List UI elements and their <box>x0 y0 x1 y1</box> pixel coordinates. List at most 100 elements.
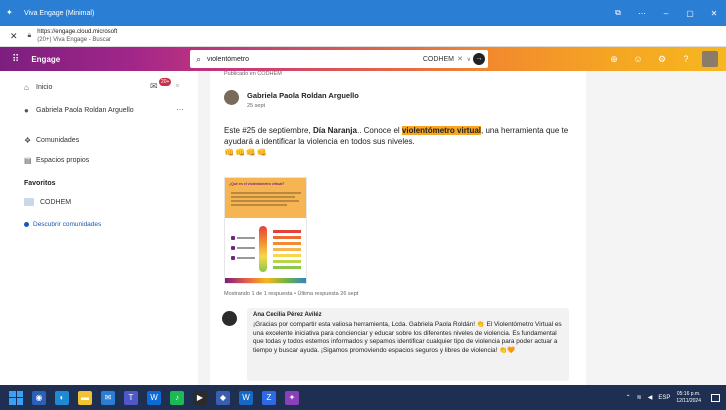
communities-icon: ❖ <box>24 136 32 145</box>
app-launcher-icon[interactable]: ⠿ <box>12 54 19 65</box>
help-icon[interactable]: ? <box>674 54 698 64</box>
teams-icon[interactable]: T <box>124 390 138 405</box>
sidebar: ⌂ Inicio ✉ 20+ ▫ ● Gabriela Paola Roldan… <box>0 71 198 385</box>
community-thumbnail <box>24 198 34 206</box>
lock-icon: 🔒︎ <box>27 32 32 39</box>
sidebar-item-label: Gabriela Paola Roldan Arguello <box>36 107 134 114</box>
published-in[interactable]: Publicado en CODHEM <box>224 71 282 77</box>
store-icon[interactable]: ◆ <box>216 390 230 405</box>
spotify-icon[interactable]: ♪ <box>170 390 184 405</box>
settings-icon[interactable]: ⚙ <box>650 54 674 65</box>
address-bar: ✕ 🔒︎ https://engage.cloud.microsoft (20+… <box>0 26 726 47</box>
notifications-tray-icon[interactable] <box>711 393 720 402</box>
notification-badge: 20+ <box>159 78 172 86</box>
comment-author[interactable]: Ana Cecilia Pérez Aviléz <box>253 312 563 318</box>
clock-date: 12/11/2024 <box>676 397 701 404</box>
discover-label: Descubrir comunidades <box>33 221 102 228</box>
infographic-color-strip <box>225 278 306 283</box>
search-input[interactable] <box>207 55 398 63</box>
infographic-bullet <box>231 246 235 250</box>
infographic-title: ¿Qué es el violentómetro virtual? <box>229 182 285 186</box>
header-icons: ⊕ ☺ ⚙ ? <box>602 47 718 71</box>
discover-communities-link[interactable]: Descubrir comunidades <box>24 221 101 228</box>
restore-icon[interactable]: ⧉ <box>606 8 630 18</box>
scale-level <box>273 260 301 263</box>
sidebar-item-communities[interactable]: ❖ Comunidades <box>24 136 79 145</box>
sidebar-item-label: Inicio <box>36 84 53 91</box>
emoji-icon[interactable]: ☺ <box>626 54 650 64</box>
media-icon[interactable]: ▶ <box>193 390 207 405</box>
infographic-text-line <box>231 196 295 198</box>
sidebar-item-label: Espacios propios <box>36 157 90 164</box>
app-icon: ✦ <box>6 8 13 17</box>
home-icon: ⌂ <box>24 83 29 92</box>
sidebar-item-home[interactable]: ⌂ Inicio <box>24 83 52 92</box>
file-explorer-icon[interactable]: ▬ <box>78 390 92 405</box>
replies-meta[interactable]: Mostrando 1 de 1 respuesta • Última resp… <box>224 291 358 297</box>
scale-level <box>273 248 301 251</box>
close-button[interactable]: ✕ <box>702 9 726 18</box>
search-highlight: violentómetro virtual <box>401 126 482 135</box>
outlook-icon[interactable]: ✉ <box>101 390 115 405</box>
sidebar-item-label: Comunidades <box>36 137 80 144</box>
minimize-button[interactable]: – <box>654 9 678 18</box>
url-text: https://engage.cloud.microsoft <box>37 29 118 35</box>
more-icon[interactable]: ⋯ <box>630 9 654 18</box>
wifi-icon[interactable]: ≋ <box>637 394 642 401</box>
sidebar-item-storylines[interactable]: ▤ Espacios propios <box>24 156 89 165</box>
sidebar-item-profile[interactable]: ● Gabriela Paola Roldan Arguello <box>24 106 134 115</box>
post-author[interactable]: Gabriela Paola Roldan Arguello <box>247 91 359 100</box>
app-header: ⠿ Engage ⌕ CODHEM ✕ ∨ → ⊕ ☺ ⚙ ? <box>0 47 726 71</box>
edge-icon[interactable]: ◐ <box>55 390 69 405</box>
language-indicator[interactable]: ESP <box>658 395 670 401</box>
avatar[interactable] <box>702 51 718 67</box>
url-block[interactable]: https://engage.cloud.microsoft (20+) Viv… <box>37 28 117 44</box>
scale-level <box>273 254 301 257</box>
chrome-icon[interactable]: ◉ <box>32 390 46 405</box>
tray-chevron-icon[interactable]: ⌃ <box>626 394 631 401</box>
word-icon[interactable]: W <box>147 390 161 405</box>
clock[interactable]: 05:16 p.m. 12/11/2024 <box>676 391 701 405</box>
windows-start-icon[interactable] <box>9 390 23 405</box>
zoom-icon[interactable]: Z <box>262 390 276 405</box>
search-bar[interactable]: ⌕ CODHEM ✕ ∨ → <box>190 50 488 68</box>
page-subtitle: (20+) Viva Engage - Buscar <box>37 37 112 43</box>
infographic-bullet-text <box>237 257 255 259</box>
volume-icon[interactable]: ◀ <box>648 394 653 401</box>
globe-icon[interactable]: ⊕ <box>602 54 626 65</box>
chevron-down-icon[interactable]: ∨ <box>467 56 471 63</box>
window-title: Viva Engage (Minimal) <box>24 9 95 17</box>
sidebar-item-codhem[interactable]: CODHEM <box>24 198 71 206</box>
bell-icon[interactable]: ▫ <box>176 81 179 90</box>
close-icon[interactable]: ✕ <box>10 31 18 42</box>
system-tray: ⌃ ≋ ◀ ESP 05:16 p.m. 12/11/2024 <box>626 385 720 410</box>
clock-time: 05:16 p.m. <box>676 390 701 397</box>
scope-clear-icon[interactable]: ✕ <box>457 55 463 63</box>
maximize-button[interactable]: ▢ <box>678 9 702 18</box>
scale-level <box>273 236 301 239</box>
scale-level <box>273 242 301 245</box>
brand-name[interactable]: Engage <box>31 55 60 64</box>
infographic-bullet <box>231 236 235 240</box>
infographic-bullet-text <box>237 247 255 249</box>
profile-avatar-icon: ● <box>24 106 29 115</box>
comment-bubble: Ana Cecilia Pérez Aviléz ¡Gracias por co… <box>247 308 569 381</box>
post-date[interactable]: 25 sept <box>247 103 265 109</box>
post-text: .. Conoce el <box>356 126 402 135</box>
app-icon[interactable]: ✦ <box>285 390 299 405</box>
author-avatar[interactable] <box>224 90 239 105</box>
search-scope[interactable]: CODHEM <box>423 56 454 63</box>
infographic-text-line <box>231 200 299 202</box>
sidebar-item-label: CODHEM <box>40 198 72 206</box>
post-card: Publicado en CODHEM Gabriela Paola Rolda… <box>210 71 586 385</box>
search-submit-button[interactable]: → <box>473 53 485 65</box>
word-doc-icon[interactable]: W <box>239 390 253 405</box>
post-image[interactable]: ¿Qué es el violentómetro virtual? <box>224 177 307 284</box>
more-options-icon[interactable]: ··· <box>176 105 184 114</box>
thermometer-graphic <box>259 226 267 272</box>
infographic-bullet-text <box>237 237 255 239</box>
window-titlebar: ✦ Viva Engage (Minimal) ⧉ ⋯ – ▢ ✕ <box>0 0 726 26</box>
commenter-avatar[interactable] <box>222 311 237 326</box>
discover-icon <box>24 222 29 227</box>
notifications-icon[interactable]: ✉ <box>150 81 158 92</box>
